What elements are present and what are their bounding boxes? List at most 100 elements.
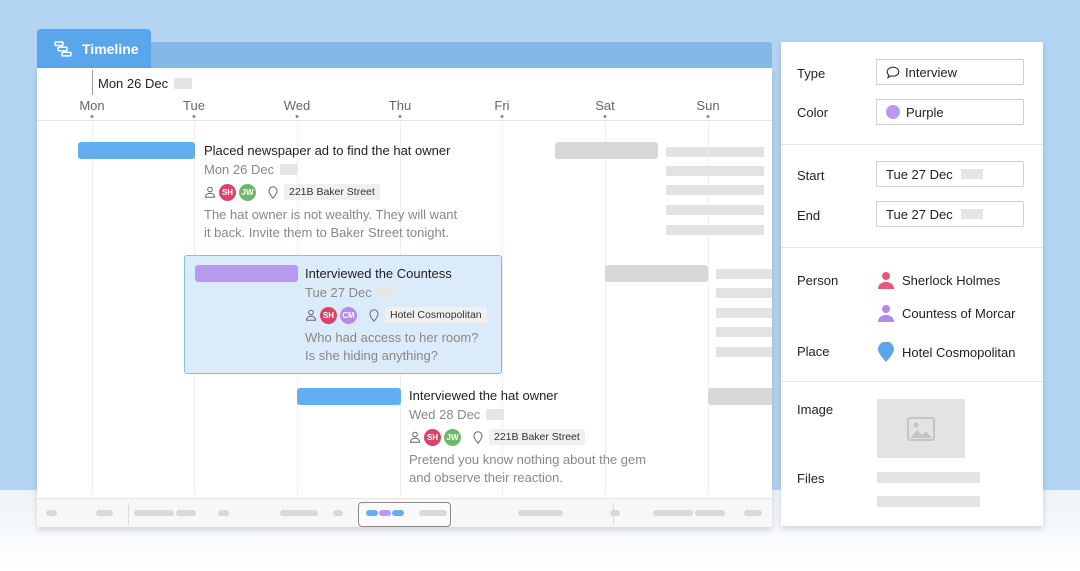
event-bar-newspaper-ad[interactable]	[78, 142, 195, 159]
image-label: Image	[797, 402, 834, 417]
placeholder-line	[666, 185, 764, 195]
file-placeholder[interactable]	[877, 472, 980, 483]
location-pin-icon	[473, 430, 483, 444]
day-tick	[192, 115, 196, 118]
location-pin-icon	[268, 185, 278, 199]
day-label-wed: Wed	[283, 98, 311, 113]
details-panel: Type Interview Color Purple Start Tue 27…	[781, 42, 1043, 526]
avatar[interactable]: SH	[424, 428, 441, 446]
current-date-label: Mon 26 Dec	[98, 76, 169, 91]
event-description: Pretend you know nothing about the gem a…	[409, 452, 647, 485]
gridline	[708, 120, 709, 495]
type-label: Type	[797, 66, 826, 81]
minimap-divider	[128, 503, 129, 525]
day-tick	[398, 115, 402, 118]
location-pin-icon	[369, 308, 379, 322]
color-value: Purple	[906, 104, 944, 120]
section-divider	[781, 381, 1043, 382]
minimap-item	[280, 510, 318, 516]
image-icon	[907, 416, 935, 441]
person-icon	[204, 186, 216, 198]
event-card-countess[interactable]: Interviewed the Countess Tue 27 Dec SH C…	[305, 266, 487, 365]
avatar[interactable]: SH	[219, 183, 236, 201]
avatar[interactable]: JW	[239, 183, 256, 201]
event-title: Interviewed the hat owner	[409, 388, 558, 403]
minimap-item	[419, 510, 447, 516]
current-date-marker	[92, 70, 93, 95]
avatar[interactable]: JW	[444, 428, 461, 446]
tab-timeline[interactable]: Timeline	[37, 29, 151, 69]
event-card-hat-owner[interactable]: Interviewed the hat owner Wed 28 Dec SH …	[409, 388, 646, 487]
files-label: Files	[797, 471, 825, 486]
person-sherlock[interactable]: Sherlock Holmes	[878, 271, 1000, 289]
start-value: Tue 27 Dec	[886, 166, 953, 182]
end-label: End	[797, 208, 821, 223]
end-value: Tue 27 Dec	[886, 206, 953, 222]
image-placeholder[interactable]	[877, 399, 965, 458]
minimap-item	[366, 510, 378, 516]
minimap-item	[333, 510, 343, 516]
minimap-item	[392, 510, 404, 516]
minimap-divider	[613, 503, 614, 525]
avatar[interactable]: SH	[320, 306, 337, 324]
minimap-item	[653, 510, 693, 516]
timeline-minimap[interactable]	[37, 498, 772, 527]
placeholder-line	[666, 166, 764, 176]
day-label-sat: Sat	[595, 98, 615, 113]
minimap-item	[379, 510, 391, 516]
event-place: 221B Baker Street	[284, 184, 380, 200]
event-bar-hat-owner[interactable]	[297, 388, 401, 405]
event-description: Who had access to her room? Is she hidin…	[305, 330, 479, 363]
section-divider	[781, 144, 1043, 145]
end-date-field[interactable]: Tue 27 Dec	[876, 201, 1024, 227]
color-field[interactable]: Purple	[876, 99, 1024, 125]
event-title: Placed newspaper ad to find the hat owne…	[204, 143, 451, 158]
color-label: Color	[797, 105, 829, 120]
event-date: Wed 28 Dec	[409, 407, 646, 422]
section-divider	[781, 247, 1043, 248]
start-label: Start	[797, 168, 825, 183]
event-title: Interviewed the Countess	[305, 266, 452, 281]
event-meta: SH JW 221B Baker Street	[204, 182, 457, 202]
placeholder-event-bar	[605, 265, 708, 282]
type-value: Interview	[905, 64, 958, 80]
day-label-tue: Tue	[183, 98, 205, 113]
placeholder-line	[716, 269, 772, 279]
event-place: Hotel Cosmopolitan	[385, 307, 487, 323]
placeholder-line	[666, 225, 764, 235]
file-placeholder[interactable]	[877, 496, 980, 507]
day-label-thu: Thu	[388, 98, 412, 113]
placeholder-line	[666, 147, 764, 157]
event-bar-countess[interactable]	[195, 265, 298, 282]
day-label-sun: Sun	[696, 98, 720, 113]
person-icon	[305, 309, 317, 321]
minimap-item	[134, 510, 174, 516]
timeline-panel[interactable]: Mon 26 Dec Mon Tue Wed Thu Fri Sat Sun P…	[37, 68, 772, 527]
start-date-field[interactable]: Tue 27 Dec	[876, 161, 1024, 187]
placeholder-line	[666, 205, 764, 215]
place-value[interactable]: Hotel Cosmopolitan	[878, 342, 1015, 362]
event-meta: SH JW 221B Baker Street	[409, 427, 646, 447]
minimap-item	[96, 510, 113, 516]
placeholder-line	[716, 327, 772, 337]
tab-label: Timeline	[82, 41, 139, 57]
minimap-item	[176, 510, 196, 516]
minimap-item	[518, 510, 563, 516]
event-description: The hat owner is not wealthy. They will …	[204, 207, 458, 240]
minimap-item	[218, 510, 229, 516]
event-card-newspaper-ad[interactable]: Placed newspaper ad to find the hat owne…	[204, 143, 457, 242]
person-icon	[409, 431, 421, 443]
day-tick	[90, 115, 94, 118]
placeholder-event-bar	[555, 142, 658, 159]
minimap-item	[744, 510, 762, 516]
event-meta: SH CM Hotel Cosmopolitan	[305, 305, 487, 325]
avatar[interactable]: CM	[340, 306, 357, 324]
day-tick	[500, 115, 504, 118]
color-swatch	[886, 105, 900, 119]
day-label-fri: Fri	[494, 98, 510, 113]
person-label: Person	[797, 273, 839, 288]
type-field[interactable]: Interview	[876, 59, 1024, 85]
location-pin-icon	[878, 342, 894, 362]
person-countess[interactable]: Countess of Morcar	[878, 304, 1015, 322]
day-tick	[603, 115, 607, 118]
